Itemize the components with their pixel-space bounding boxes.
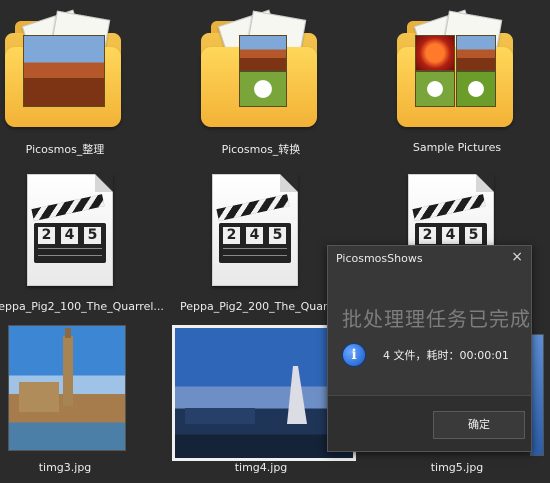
photo-label: timg3.jpg [38, 461, 92, 474]
ok-button[interactable]: 确定 [433, 411, 525, 439]
video-file-item[interactable]: 2 4 5 Peppa_Pig2_100_The_Quarrel... [0, 168, 164, 318]
folder-icon [397, 9, 513, 127]
folder-icon [5, 9, 121, 127]
photo-item-timg4[interactable]: timg4.jpg [170, 322, 356, 483]
photo-thumbnail [530, 334, 544, 456]
folder-item-picosmos-organize[interactable]: Picosmos_整理 [0, 0, 130, 160]
dialog-message: 4 文件，耗时：00:00:01 [383, 349, 509, 362]
folder-label: Picosmos_整理 [25, 143, 105, 156]
folder-item-picosmos-convert[interactable]: Picosmos_转换 [196, 0, 326, 160]
photo-item-timg3[interactable]: timg3.jpg [0, 322, 130, 483]
video-file-label: Peppa_Pig2_200_The_Quarre [180, 300, 339, 313]
video-file-label: Peppa_Pig2_100_The_Quarrel... [0, 300, 164, 313]
info-icon: i [342, 343, 366, 367]
folder-item-sample-pictures[interactable]: Sample Pictures [392, 0, 522, 160]
folder-icon [201, 9, 317, 127]
completion-dialog: PicosmosShows × 批处理理任务已完成 i 4 文件，耗时：00:0… [327, 245, 532, 452]
video-file-icon: 2 4 5 [212, 174, 298, 286]
photo-label: timg4.jpg [234, 461, 288, 474]
photo-thumbnail [8, 325, 126, 451]
folder-label: Sample Pictures [412, 141, 502, 154]
photo-label: timg5.jpg [430, 461, 484, 474]
folder-label: Picosmos_转换 [221, 143, 301, 156]
dialog-footer: 确定 [328, 395, 531, 451]
dialog-title: PicosmosShows [336, 252, 423, 265]
video-file-item[interactable]: 2 4 5 Peppa_Pig2_200_The_Quarre [180, 168, 340, 318]
video-file-icon: 2 4 5 [27, 174, 113, 286]
close-icon[interactable]: × [511, 249, 523, 265]
dialog-heading: 批处理理任务已完成 [342, 307, 531, 331]
